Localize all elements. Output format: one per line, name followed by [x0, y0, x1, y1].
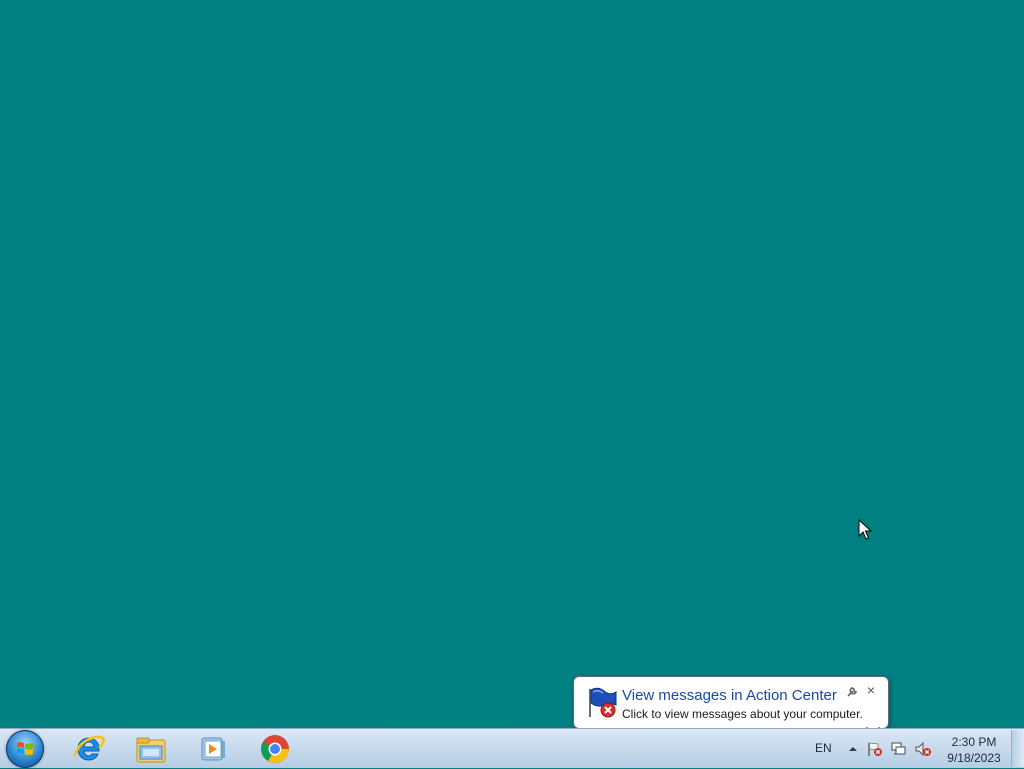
- balloon-message[interactable]: Click to view messages about your comput…: [622, 707, 863, 721]
- media-player-icon: [201, 737, 225, 761]
- wrench-icon[interactable]: [846, 686, 858, 698]
- balloon-close-button[interactable]: ×: [864, 683, 878, 697]
- volume-muted-icon[interactable]: [914, 741, 932, 757]
- file-explorer-icon: [136, 737, 166, 763]
- internet-explorer-icon: [73, 735, 105, 761]
- network-icon[interactable]: [890, 741, 908, 757]
- taskbar: EN 2:30 PM 9/18/2023: [0, 728, 1024, 768]
- chrome-icon: [261, 735, 289, 763]
- clock-date: 9/18/2023: [947, 751, 1001, 765]
- internet-explorer-button[interactable]: [60, 729, 118, 769]
- system-clock[interactable]: 2:30 PM 9/18/2023: [940, 734, 1008, 766]
- action-center-balloon[interactable]: View messages in Action Center Click to …: [573, 676, 889, 729]
- start-button[interactable]: [6, 730, 44, 768]
- mouse-cursor-icon: [858, 519, 872, 540]
- windows-logo-icon: [17, 742, 33, 755]
- action-center-flag-icon: [589, 687, 617, 718]
- action-center-flag-error-icon[interactable]: [866, 741, 884, 757]
- media-player-button[interactable]: [184, 729, 242, 769]
- desktop[interactable]: [0, 0, 1024, 728]
- language-indicator[interactable]: EN: [815, 741, 832, 755]
- show-desktop-button[interactable]: [1011, 730, 1024, 767]
- chrome-button[interactable]: [246, 729, 304, 769]
- show-hidden-icons-arrow-icon[interactable]: [844, 741, 862, 757]
- balloon-title[interactable]: View messages in Action Center: [622, 687, 837, 704]
- file-explorer-button[interactable]: [122, 729, 180, 769]
- clock-time: 2:30 PM: [951, 735, 997, 749]
